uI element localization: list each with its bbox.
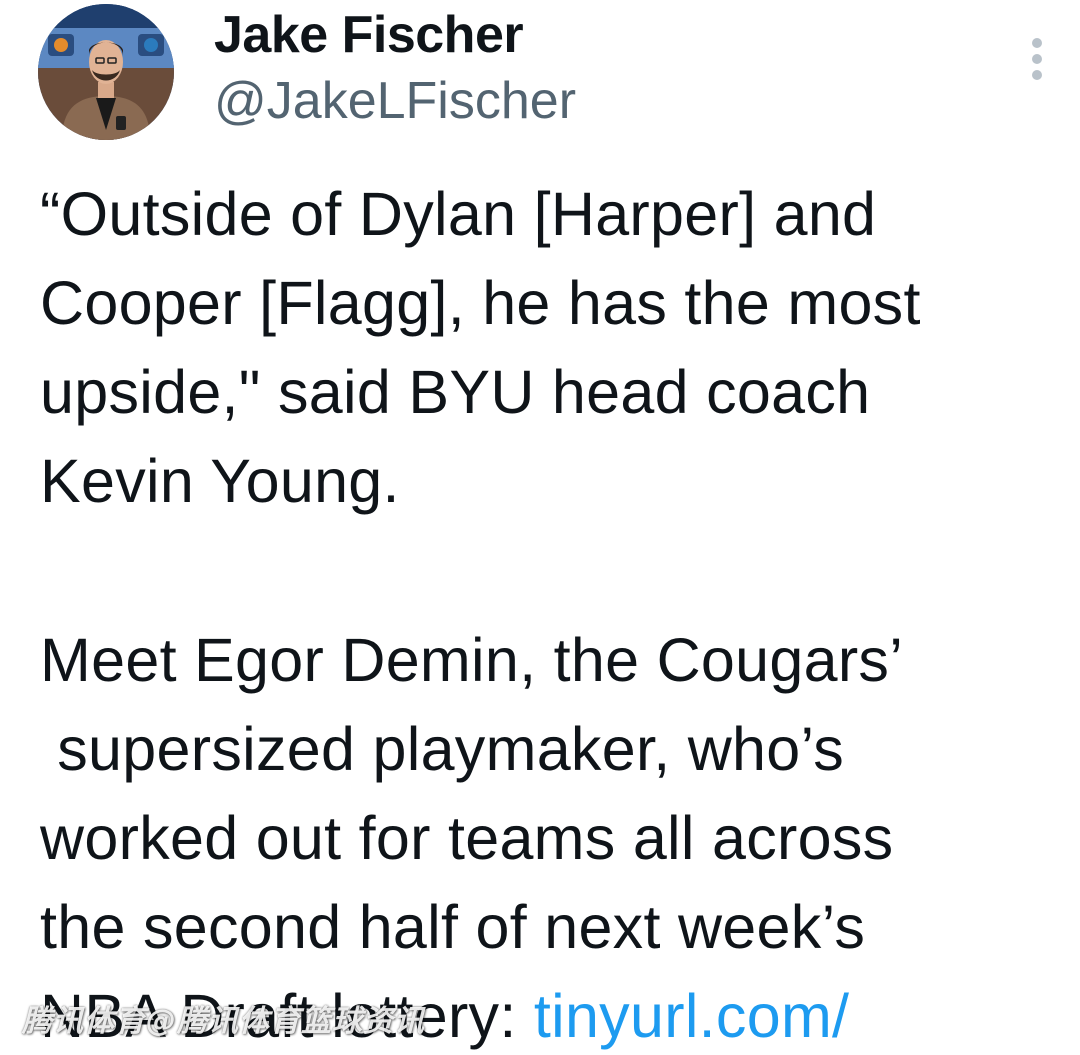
paragraph-break (40, 526, 1060, 616)
tweet-line: worked out for teams all across (40, 804, 894, 872)
avatar-photo (38, 4, 174, 140)
tweet-text: “Outside of Dylan [Harper] and Cooper [F… (40, 170, 1060, 1055)
tweet-line: “Outside of Dylan [Harper] and (40, 180, 877, 248)
tweet-line: Cooper [Flagg], he has the most (40, 269, 921, 337)
avatar[interactable] (38, 4, 174, 140)
more-vertical-icon (1032, 38, 1042, 48)
watermark: 腾讯体育@腾讯体育篮球资讯 (22, 1004, 425, 1039)
author-name[interactable]: Jake Fischer (214, 6, 524, 64)
more-vertical-icon-dot (1032, 54, 1042, 64)
tweet-line: Meet Egor Demin, the Cougars’ (40, 626, 904, 694)
author-handle[interactable]: @JakeLFischer (214, 72, 576, 130)
more-options-button[interactable] (1024, 34, 1050, 84)
more-vertical-icon-dot (1032, 70, 1042, 80)
tweet-link[interactable]: tinyurl.com/ (534, 982, 849, 1050)
tweet-line: supersized playmaker, who’s (40, 715, 845, 783)
tweet-line: the second half of next week’s (40, 893, 866, 961)
tweet-line: Kevin Young. (40, 447, 400, 515)
tweet-line: upside," said BYU head coach (40, 358, 871, 426)
